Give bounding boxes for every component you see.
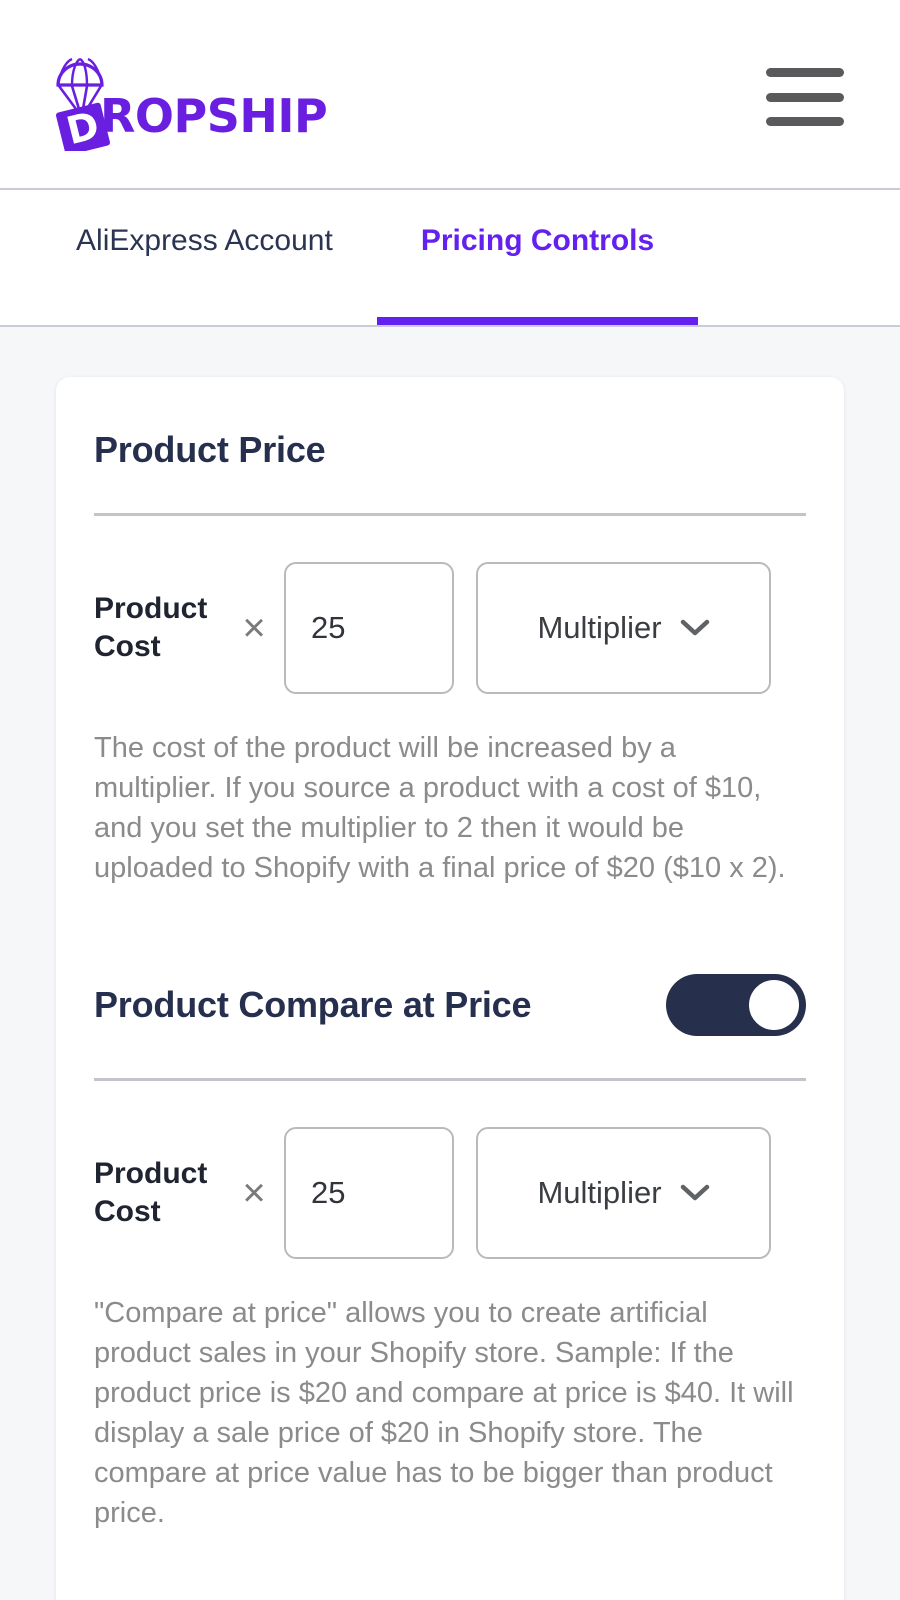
- brand-wordmark: ROPSHIP: [100, 89, 328, 143]
- page-content: Product Price Product Cost × Multiplier …: [0, 327, 900, 1600]
- compare-at-price-section-header: Product Compare at Price: [94, 974, 806, 1037]
- product-price-type-select[interactable]: Multiplier: [476, 562, 771, 694]
- hamburger-bar-3: [766, 117, 844, 126]
- chevron-down-icon: [680, 619, 709, 636]
- hamburger-menu-icon[interactable]: [766, 68, 844, 126]
- product-price-description: The cost of the product will be increase…: [94, 732, 786, 885]
- hamburger-bar-1: [766, 68, 844, 77]
- page-title: Product Price: [94, 429, 326, 470]
- hamburger-bar-2: [766, 92, 844, 102]
- compare-section-divider: [94, 1078, 806, 1082]
- product-cost-label: Product Cost: [94, 591, 208, 663]
- tab-label: AliExpress Account: [76, 223, 333, 257]
- compare-at-price-title: Product Compare at Price: [94, 984, 532, 1026]
- select-value: Multiplier: [537, 610, 662, 645]
- compare-at-price-row: Product Cost × Multiplier: [94, 1127, 806, 1260]
- multiply-icon: ×: [242, 1171, 266, 1216]
- app-header: D ROPSHIP: [0, 0, 900, 190]
- compare-at-price-multiplier-input[interactable]: [284, 1127, 454, 1260]
- product-price-row: Product Cost × Multiplier: [94, 562, 806, 694]
- select-value: Multiplier: [537, 1175, 662, 1211]
- tab-aliexpress-account[interactable]: AliExpress Account: [32, 190, 377, 325]
- compare-product-cost-label: Product Cost: [94, 1156, 208, 1229]
- toggle-knob: [749, 980, 799, 1031]
- compare-at-price-toggle[interactable]: [666, 974, 806, 1037]
- compare-at-price-description: "Compare at price" allows you to create …: [94, 1297, 794, 1530]
- tab-bar[interactable]: nts AliExpress Account Pricing Controls: [0, 190, 900, 327]
- product-price-multiplier-input[interactable]: [284, 562, 454, 694]
- compare-at-price-type-select[interactable]: Multiplier: [476, 1127, 771, 1260]
- tab-label: Pricing Controls: [420, 223, 655, 257]
- pricing-controls-card: Product Price Product Cost × Multiplier …: [56, 377, 844, 1600]
- title-divider: [94, 513, 806, 516]
- multiply-icon: ×: [242, 606, 266, 650]
- tab-pricing-controls[interactable]: Pricing Controls: [376, 190, 699, 325]
- brand-logo[interactable]: D ROPSHIP: [52, 55, 328, 151]
- chevron-down-icon: [680, 1184, 709, 1201]
- tab-truncated[interactable]: nts: [0, 190, 32, 325]
